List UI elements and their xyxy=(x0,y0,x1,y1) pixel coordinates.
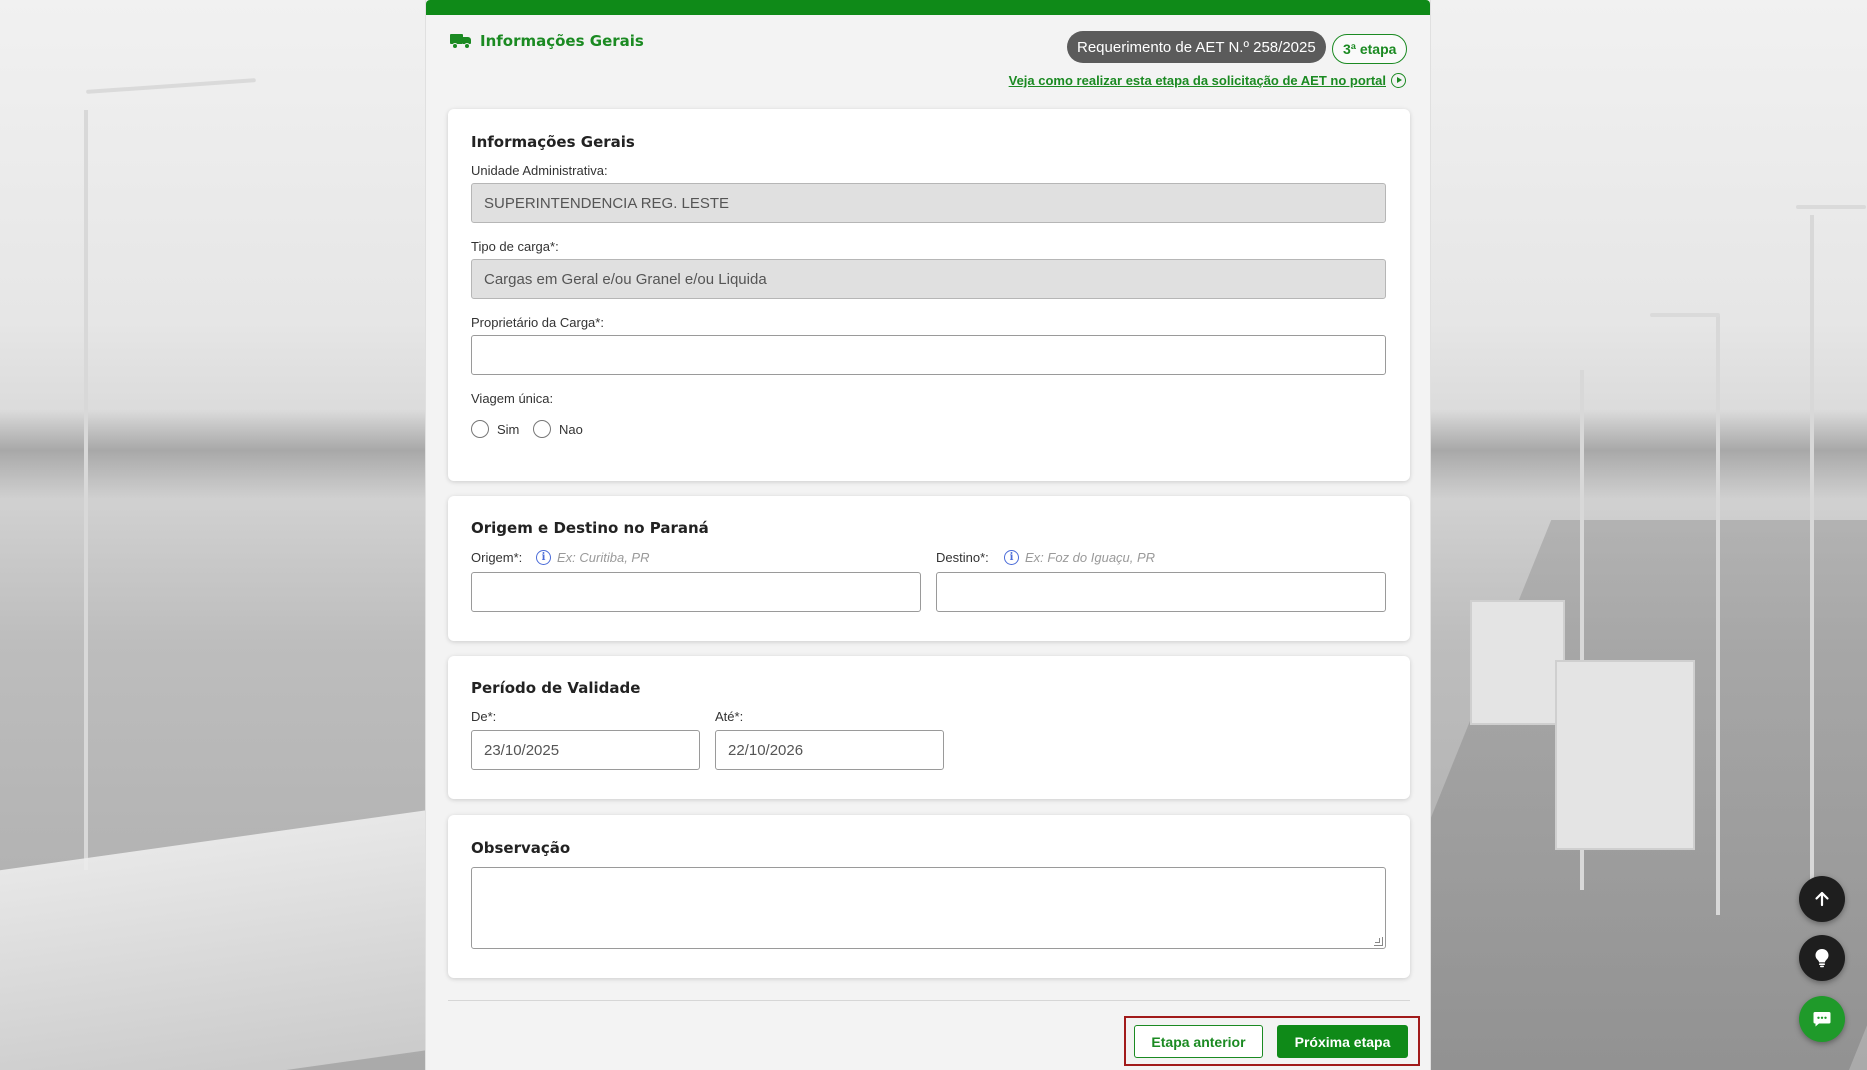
observation-card: Observação xyxy=(448,815,1410,978)
origin-hint-text: Ex: Curitiba, PR xyxy=(557,550,650,565)
cargo-owner-input[interactable] xyxy=(471,335,1386,375)
destination-hint-text: Ex: Foz do Iguaçu, PR xyxy=(1025,550,1156,565)
origin-label: Origem*: xyxy=(471,550,523,565)
general-info-card: Informações Gerais Unidade Administrativ… xyxy=(448,109,1410,481)
arrow-up-icon xyxy=(1815,891,1829,907)
admin-unit-field: SUPERINTENDENCIA REG. LESTE xyxy=(471,183,1386,223)
help-link-label: Veja como realizar esta etapa da solicit… xyxy=(1008,73,1386,88)
resize-handle[interactable] xyxy=(1374,937,1383,946)
observation-title: Observação xyxy=(471,839,571,857)
from-date-input[interactable]: 23/10/2025 xyxy=(471,730,700,770)
main-panel: Informações Gerais Requerimento de AET N… xyxy=(425,0,1431,1070)
radio-label-yes: Sim xyxy=(497,421,520,437)
cargo-type-label: Tipo de carga*: xyxy=(471,239,559,254)
to-date-label: Até*: xyxy=(715,709,744,724)
chat-icon xyxy=(1813,1012,1831,1027)
single-trip-label: Viagem única: xyxy=(471,391,554,406)
destination-label: Destino*: xyxy=(936,550,989,565)
cargo-type-field: Cargas em Geral e/ou Granel e/ou Liquida xyxy=(471,259,1386,299)
section-header: Informações Gerais xyxy=(450,32,644,50)
step-badge: 3ª etapa xyxy=(1332,34,1408,64)
origin-input[interactable] xyxy=(471,572,921,612)
request-number-badge: Requerimento de AET N.º 258/2025 xyxy=(1067,31,1326,63)
destination-hint: i Ex: Foz do Iguaçu, PR xyxy=(1004,550,1155,565)
chat-button[interactable] xyxy=(1799,996,1845,1042)
origin-destination-card: Origem e Destino no Paraná Origem*: i Ex… xyxy=(448,496,1410,641)
section-title: Informações Gerais xyxy=(480,32,644,50)
admin-unit-label: Unidade Administrativa: xyxy=(471,163,608,178)
lightbulb-icon xyxy=(1815,949,1829,968)
radio-circle xyxy=(533,420,551,438)
validity-card: Período de Validade De*: 23/10/2025 Até*… xyxy=(448,656,1410,799)
previous-step-button[interactable]: Etapa anterior xyxy=(1134,1025,1263,1058)
cargo-owner-label: Proprietário da Carga*: xyxy=(471,315,604,330)
panel-top-bar xyxy=(426,0,1430,15)
radio-label-no: Nao xyxy=(559,421,583,437)
from-date-label: De*: xyxy=(471,709,497,724)
play-circle-icon xyxy=(1391,73,1406,88)
radio-circle xyxy=(471,420,489,438)
origin-destination-title: Origem e Destino no Paraná xyxy=(471,519,709,537)
info-icon[interactable]: i xyxy=(1004,550,1019,565)
single-trip-yes-radio[interactable]: Sim xyxy=(471,420,519,438)
destination-input[interactable] xyxy=(936,572,1386,612)
footer-divider xyxy=(448,1000,1410,1001)
origin-hint: i Ex: Curitiba, PR xyxy=(536,550,649,565)
to-date-input[interactable]: 22/10/2026 xyxy=(715,730,944,770)
truck-icon xyxy=(450,33,472,49)
next-step-button[interactable]: Próxima etapa xyxy=(1277,1025,1408,1058)
general-info-title: Informações Gerais xyxy=(471,133,635,151)
single-trip-no-radio[interactable]: Nao xyxy=(533,420,583,438)
validity-title: Período de Validade xyxy=(471,679,641,697)
info-icon[interactable]: i xyxy=(536,550,551,565)
observation-textarea[interactable] xyxy=(471,867,1386,949)
tips-button[interactable] xyxy=(1799,935,1845,981)
scroll-to-top-button[interactable] xyxy=(1799,876,1845,922)
help-link[interactable]: Veja como realizar esta etapa da solicit… xyxy=(1009,73,1406,88)
